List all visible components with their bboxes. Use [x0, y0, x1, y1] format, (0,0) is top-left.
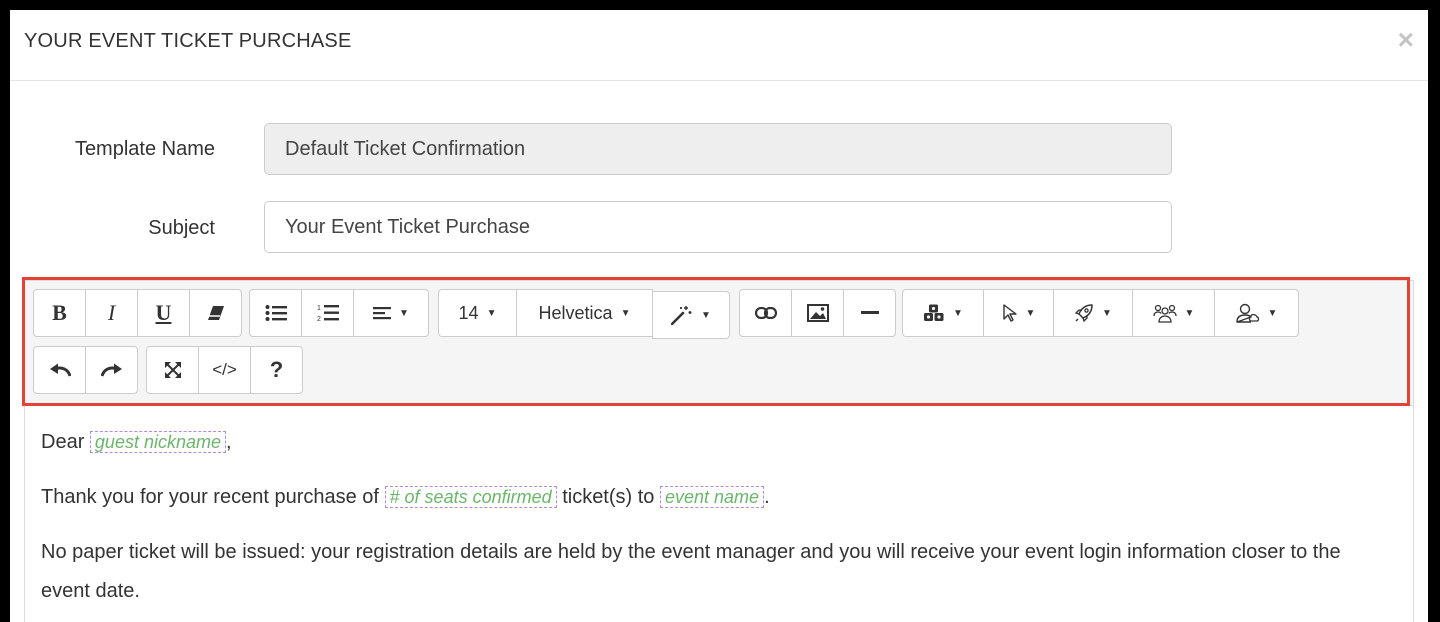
numbered-list-button[interactable]: 12: [301, 289, 354, 337]
svg-text:1: 1: [317, 305, 321, 312]
underline-icon: U: [155, 300, 172, 325]
horizontal-rule-icon: [860, 311, 879, 314]
chevron-down-icon: ▼: [486, 307, 497, 319]
undo-icon: [49, 363, 71, 377]
subject-label: Subject: [148, 217, 215, 239]
rich-text-editor: B I U 12 ▼ 14 ▼ Helvetica ▼ ▼ ▼ ▼ ▼ ▼ ▼ …: [24, 280, 1414, 622]
users-dropdown[interactable]: ▼: [1132, 289, 1215, 337]
bullet-list-icon: [265, 305, 287, 321]
comma-text: ,: [226, 431, 232, 453]
seats-confirmed-token[interactable]: # of seats confirmed: [384, 486, 557, 508]
user-dropdown[interactable]: ▼: [1214, 289, 1299, 337]
subject-input[interactable]: [264, 201, 1172, 253]
align-icon: [373, 307, 392, 320]
cubes-dropdown[interactable]: ▼: [902, 289, 984, 337]
chevron-down-icon: ▼: [1184, 307, 1195, 319]
font-size-value: 14: [458, 302, 479, 323]
code-icon: </>: [212, 360, 237, 379]
cubes-icon: [924, 304, 944, 321]
magic-wand-icon: [671, 306, 692, 325]
view-group: </> ?: [146, 346, 303, 394]
editor-content[interactable]: Dear guest nickname, Thank you for your …: [41, 423, 1391, 622]
fullscreen-button[interactable]: [146, 346, 199, 394]
chevron-down-icon: ▼: [1267, 307, 1278, 319]
modal-dialog: YOUR EVENT TICKET PURCHASE × Template Na…: [10, 10, 1428, 622]
code-view-button[interactable]: </>: [198, 346, 251, 394]
users-icon: [1152, 304, 1177, 323]
fullscreen-icon: [164, 362, 181, 378]
template-name-label: Template Name: [74, 138, 215, 160]
redo-button[interactable]: [85, 346, 138, 394]
image-button[interactable]: [791, 289, 844, 337]
modal-title: YOUR EVENT TICKET PURCHASE: [24, 30, 352, 52]
rocket-icon: [1074, 304, 1093, 323]
chevron-down-icon: ▼: [399, 307, 409, 319]
info-paragraph: No paper ticket will be issued: your reg…: [41, 541, 1341, 602]
magic-wand-dropdown[interactable]: ▼: [652, 291, 730, 339]
thanks-prefix-text: Thank you for your recent purchase of: [41, 486, 379, 508]
insert-group: [739, 289, 896, 337]
rocket-dropdown[interactable]: ▼: [1053, 289, 1133, 337]
link-button[interactable]: [739, 289, 792, 337]
chevron-down-icon: ▼: [1025, 307, 1036, 319]
editor-toolbar: B I U 12 ▼ 14 ▼ Helvetica ▼ ▼ ▼ ▼ ▼ ▼ ▼ …: [25, 281, 1413, 406]
help-button[interactable]: ?: [250, 346, 303, 394]
event-name-token[interactable]: event name: [660, 486, 765, 508]
bullet-list-button[interactable]: [249, 289, 302, 337]
close-icon[interactable]: ×: [1398, 25, 1414, 55]
italic-button[interactable]: I: [85, 289, 138, 337]
underline-button[interactable]: U: [137, 289, 190, 337]
font-size-dropdown[interactable]: 14 ▼: [438, 289, 517, 337]
custom-fields-group: ▼ ▼ ▼ ▼ ▼: [902, 289, 1299, 337]
redo-icon: [100, 363, 122, 377]
image-icon: [806, 304, 829, 322]
horizontal-rule-button[interactable]: [843, 289, 896, 337]
chevron-down-icon: ▼: [701, 309, 711, 321]
greeting-paragraph: Dear guest nickname,: [41, 423, 1391, 462]
eraser-icon: [207, 306, 224, 320]
undo-button[interactable]: [33, 346, 86, 394]
italic-icon: I: [107, 300, 116, 325]
font-style-group: B I U: [33, 289, 242, 337]
tickets-to-text: ticket(s) to: [562, 486, 655, 508]
link-icon: [754, 307, 777, 319]
chevron-down-icon: ▼: [1102, 307, 1112, 319]
bold-button[interactable]: B: [33, 289, 86, 337]
period-text: .: [764, 486, 770, 508]
help-icon: ?: [269, 357, 284, 382]
thanks-paragraph: Thank you for your recent purchase of # …: [41, 478, 1391, 517]
font-name-dropdown[interactable]: Helvetica ▼: [516, 289, 653, 337]
font-group: 14 ▼ Helvetica ▼ ▼: [438, 289, 730, 339]
modal-header: YOUR EVENT TICKET PURCHASE ×: [10, 10, 1428, 81]
align-dropdown[interactable]: ▼: [353, 289, 429, 337]
guest-nickname-token[interactable]: guest nickname: [89, 431, 226, 453]
bold-icon: B: [52, 300, 67, 325]
template-name-input[interactable]: [264, 123, 1172, 175]
font-name-value: Helvetica: [538, 302, 613, 323]
svg-text:2: 2: [317, 316, 321, 323]
pointer-dropdown[interactable]: ▼: [983, 289, 1054, 337]
dear-text: Dear: [41, 431, 85, 453]
chevron-down-icon: ▼: [620, 307, 631, 319]
user-icon: [1235, 303, 1259, 323]
history-group: [33, 346, 138, 394]
paragraph-group: 12 ▼: [249, 289, 429, 337]
clear-format-button[interactable]: [189, 289, 242, 337]
chevron-down-icon: ▼: [953, 307, 963, 319]
numbered-list-icon: 12: [317, 305, 339, 323]
pointer-icon: [1002, 304, 1017, 322]
